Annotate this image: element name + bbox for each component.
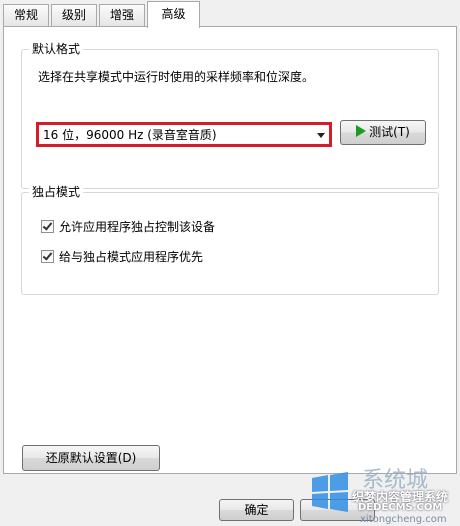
watermark: 系统城 织梦内容管理系统 DEDECMS.COM xitongcheng.com <box>300 462 460 526</box>
advanced-panel: 默认格式 选择在共享模式中运行时使用的采样频率和位深度。 16 位，96000 … <box>3 26 457 474</box>
default-format-description: 选择在共享模式中运行时使用的采样频率和位深度。 <box>38 70 315 84</box>
allow-exclusive-control-option[interactable]: 允许应用程序独占控制该设备 <box>41 219 215 235</box>
chevron-down-icon <box>317 133 325 138</box>
sample-format-value: 16 位，96000 Hz (录音室音质) <box>43 128 217 142</box>
tab-levels[interactable]: 级别 <box>51 4 97 26</box>
test-button[interactable]: 测试(T) <box>340 120 426 145</box>
exclusive-mode-title: 独占模式 <box>29 184 84 200</box>
restore-defaults-button[interactable]: 还原默认设置(D) <box>22 445 160 471</box>
watermark-cms-domain: DEDECMS.COM <box>358 502 443 513</box>
watermark-site-domain: xitongcheng.com <box>360 514 447 525</box>
tab-strip: 常规 级别 增强 高级 <box>0 0 460 28</box>
exclusive-priority-label: 给与独占模式应用程序优先 <box>59 250 204 264</box>
tab-enhancements[interactable]: 增强 <box>99 4 145 26</box>
exclusive-mode-group: 独占模式 <box>21 184 439 295</box>
ok-button[interactable]: 确定 <box>219 499 294 521</box>
allow-exclusive-control-checkbox[interactable] <box>41 220 54 233</box>
exclusive-priority-checkbox[interactable] <box>41 250 54 263</box>
exclusive-priority-option[interactable]: 给与独占模式应用程序优先 <box>41 249 203 265</box>
windows-logo-icon <box>312 472 348 512</box>
allow-exclusive-control-label: 允许应用程序独占控制该设备 <box>59 220 216 234</box>
default-format-title: 默认格式 <box>29 41 84 57</box>
test-button-label: 测试(T) <box>369 125 410 139</box>
sample-format-select[interactable]: 16 位，96000 Hz (录音室音质) <box>36 122 332 147</box>
tab-advanced[interactable]: 高级 <box>147 1 200 28</box>
play-icon <box>356 125 367 137</box>
tab-general[interactable]: 常规 <box>3 4 49 26</box>
